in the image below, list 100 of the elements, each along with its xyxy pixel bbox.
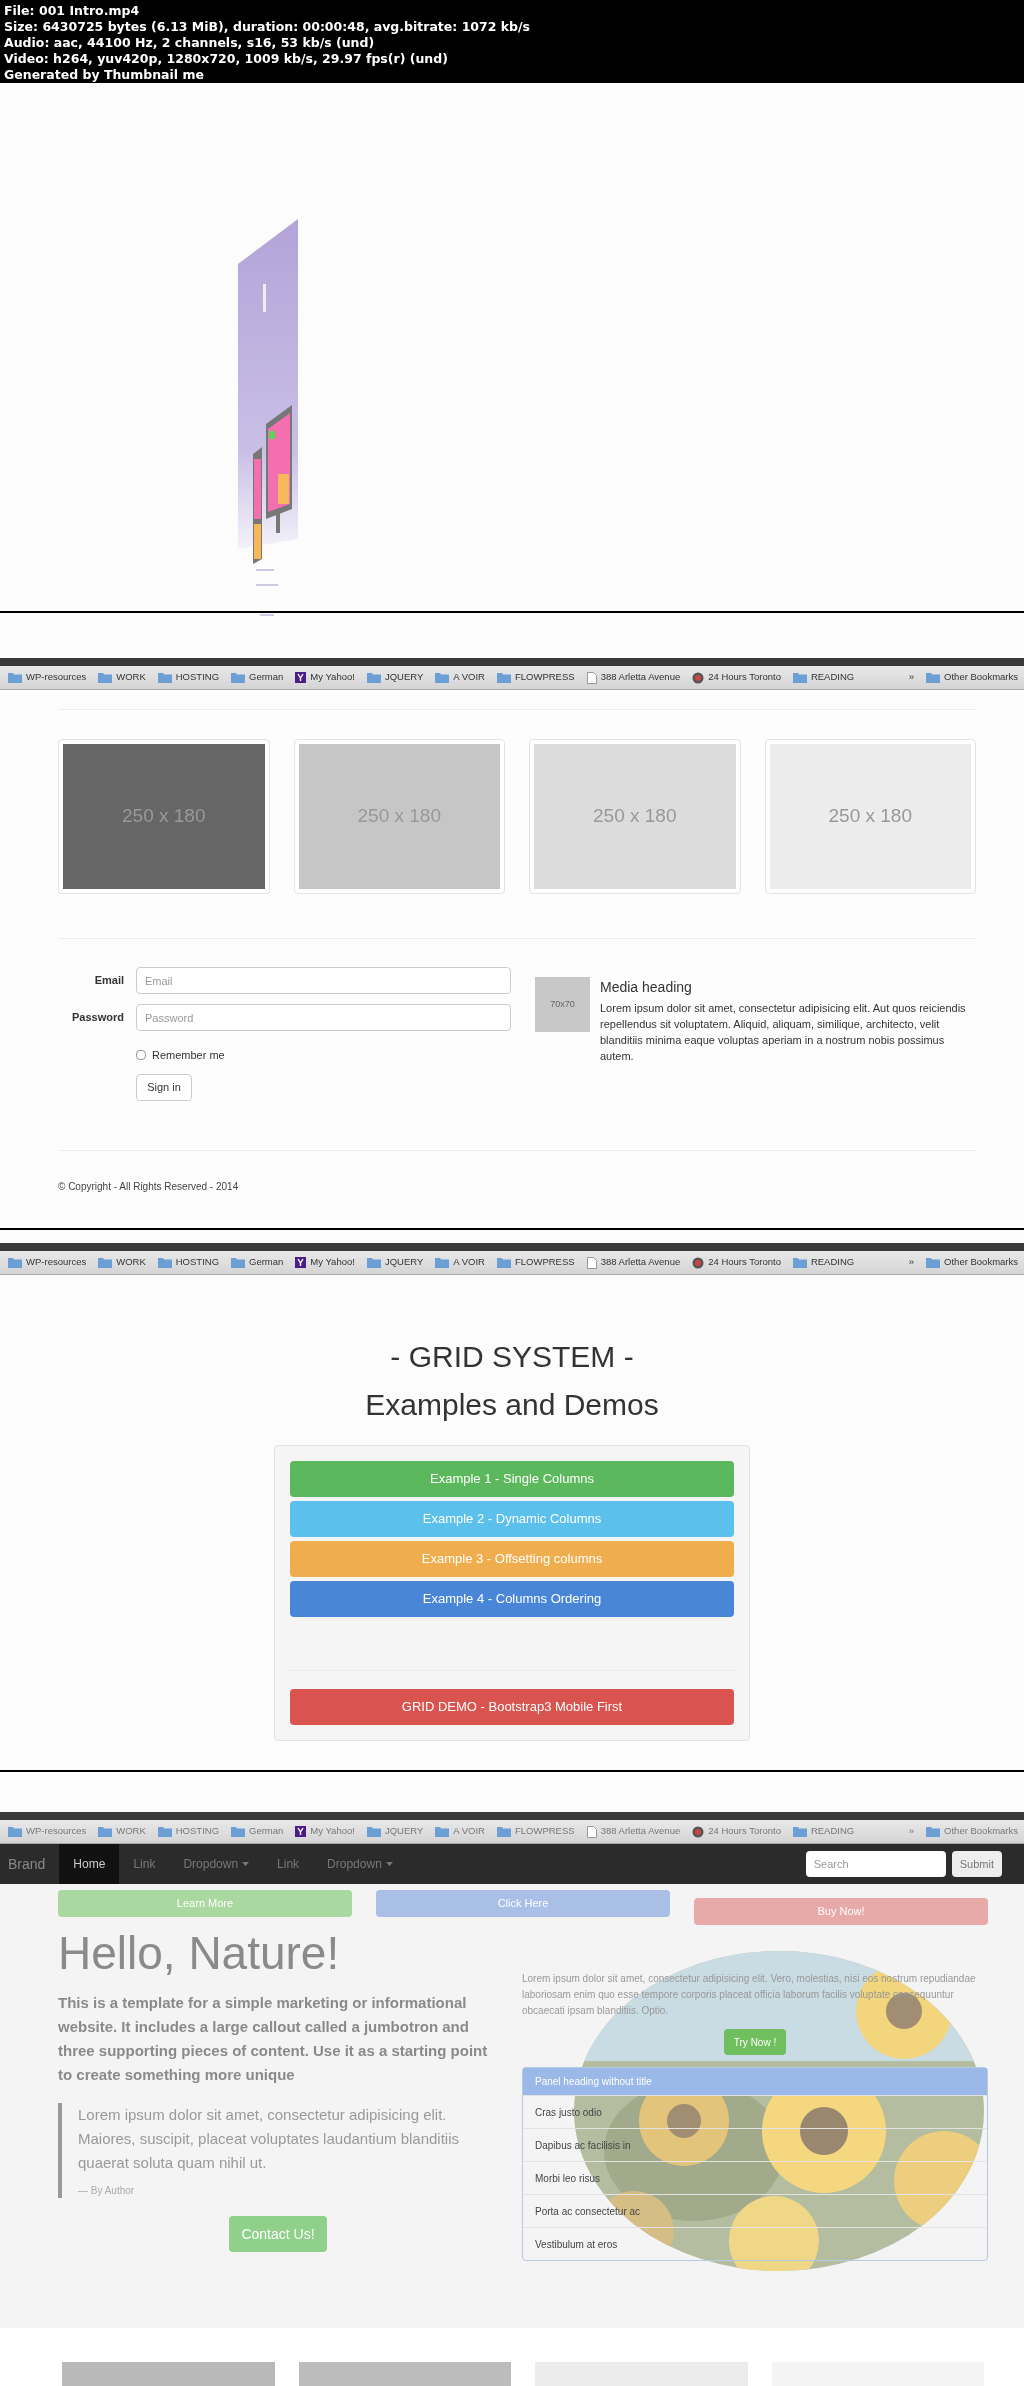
globe-icon — [692, 1825, 705, 1838]
folder-icon — [157, 1257, 172, 1268]
example-button[interactable]: Example 1 - Single Columns — [290, 1461, 734, 1497]
nav-link[interactable]: Link — [119, 1844, 170, 1884]
bookmark-item[interactable]: HOSTING — [157, 1824, 220, 1839]
media-text: Lorem ipsum dolor sit amet, consectetur adipisicing elit. Aut quos reiciendis repellendus sit voluptatem. Aliquid, aliquam, similique, architecto, velit blanditiis minima eaque voluptas aperiam in a nostrum nobis possimus autem. — [600, 1001, 967, 1064]
bookmark-item[interactable]: WP-resources — [8, 1824, 87, 1839]
bookmark-item[interactable]: WORK — [98, 1824, 146, 1839]
folder-icon — [231, 1257, 246, 1268]
page-subtitle: Examples and Demos — [365, 1387, 659, 1423]
bookmark-item[interactable]: A VOIR — [435, 1255, 485, 1270]
caret-icon — [242, 1862, 250, 1866]
folder-icon — [366, 672, 381, 683]
media-heading: Media heading — [600, 978, 693, 997]
folder-icon — [926, 1257, 941, 1268]
bookmark-item[interactable]: Other Bookmarks — [926, 670, 1018, 685]
copyright-text: © Copyright - All Rights Reserved - 2014 — [58, 1179, 240, 1194]
bookmark-item[interactable]: 24 Hours Toronto — [692, 1255, 781, 1270]
search-field[interactable]: Search — [805, 1851, 946, 1877]
square-logo-icon — [295, 1826, 307, 1837]
folder-icon — [496, 672, 511, 683]
file-info-line: Audio: aac, 44100 Hz, 2 channels, s16, 53 kb/s (und) — [4, 35, 376, 51]
bookmark-item[interactable]: My Yahoo! — [295, 1255, 355, 1270]
globe-icon — [692, 1256, 705, 1269]
folder-icon — [435, 672, 450, 683]
folder-icon — [98, 1257, 113, 1268]
bookmark-item[interactable]: FLOWPRESS — [496, 670, 575, 685]
bookmark-item[interactable]: Other Bookmarks — [926, 1824, 1018, 1839]
page-icon — [586, 1825, 597, 1838]
list-item: Cras justo odio — [523, 2095, 987, 2128]
sign-in-button[interactable]: Sign in — [136, 1073, 192, 1101]
image-size-label: 250 x 180 — [828, 804, 912, 829]
page-icon — [586, 1256, 597, 1269]
bookmark-item[interactable]: WORK — [98, 1255, 146, 1270]
overflow-chevron[interactable]: » — [908, 670, 915, 685]
nav-dropdown[interactable]: Dropdown — [169, 1844, 264, 1884]
bookmark-item[interactable]: A VOIR — [435, 1824, 485, 1839]
bookmark-item[interactable]: My Yahoo! — [295, 670, 355, 685]
page-icon — [586, 671, 597, 684]
bookmark-item[interactable]: HOSTING — [157, 1255, 220, 1270]
bookmark-item[interactable]: 388 Arletta Avenue — [586, 1255, 681, 1270]
folder-icon — [98, 1826, 113, 1837]
bookmark-item[interactable]: 388 Arletta Avenue — [586, 1824, 681, 1839]
overflow-chevron[interactable]: » — [908, 1255, 915, 1270]
field-label: Email — [93, 973, 124, 989]
bookmark-item[interactable]: 24 Hours Toronto — [692, 1824, 781, 1839]
nav-dropdown[interactable]: Dropdown — [313, 1844, 407, 1884]
navbar-brand[interactable]: Brand — [8, 1853, 46, 1875]
jumbotron-heading: Hello, Nature! — [58, 1927, 341, 1979]
folder-icon — [435, 1257, 450, 1268]
folder-icon — [98, 672, 113, 683]
example-button[interactable]: Example 4 - Columns Ordering — [290, 1581, 734, 1617]
file-info-line: File: 001 Intro.mp4 — [4, 3, 141, 19]
bookmark-item[interactable]: FLOWPRESS — [496, 1255, 575, 1270]
folder-icon — [496, 1826, 511, 1837]
nav-link[interactable]: Home — [59, 1844, 120, 1884]
checkbox[interactable] — [136, 1050, 146, 1061]
bookmark-item[interactable]: JQUERY — [366, 670, 424, 685]
list-item: Morbi leo risus — [523, 2161, 987, 2194]
submit-button[interactable]: Submit — [951, 1851, 1002, 1877]
bookmark-item[interactable]: My Yahoo! — [295, 1824, 355, 1839]
bookmark-item[interactable]: German — [231, 670, 284, 685]
bookmark-item[interactable]: WORK — [98, 670, 146, 685]
example-button[interactable]: Example 2 - Dynamic Columns — [290, 1501, 734, 1537]
bookmark-item[interactable]: JQUERY — [366, 1255, 424, 1270]
bookmark-item[interactable]: 388 Arletta Avenue — [586, 670, 681, 685]
folder-icon — [366, 1257, 381, 1268]
text-field[interactable]: Password — [136, 1004, 511, 1031]
folder-icon — [231, 672, 246, 683]
text-field[interactable]: Email — [136, 967, 511, 994]
bookmark-item[interactable]: German — [231, 1255, 284, 1270]
panel-heading: Panel heading without title — [523, 2068, 987, 2095]
folder-icon — [366, 1826, 381, 1837]
bookmark-item[interactable]: FLOWPRESS — [496, 1824, 575, 1839]
image-size-label: 250 x 180 — [593, 804, 677, 829]
bookmark-item[interactable]: READING — [792, 1824, 855, 1839]
bookmark-item[interactable]: German — [231, 1824, 284, 1839]
jumbotron-lead: This is a template for a simple marketing or informational website. It includes a large callout called a jumbotron and three supporting pieces of content. Use it as a starting point to create something more unique — [58, 1993, 489, 2085]
bookmark-item[interactable]: WP-resources — [8, 670, 87, 685]
try-button[interactable]: Try Now ! — [723, 2029, 787, 2055]
bookmark-item[interactable]: JQUERY — [366, 1824, 424, 1839]
bookmark-item[interactable]: READING — [792, 1255, 855, 1270]
bookmark-item[interactable]: A VOIR — [435, 670, 485, 685]
file-info-line: Generated by Thumbnail me — [4, 67, 205, 83]
bookmark-item[interactable]: WP-resources — [8, 1255, 87, 1270]
nav-link[interactable]: Link — [263, 1844, 314, 1884]
bookmark-item[interactable]: HOSTING — [157, 670, 220, 685]
list-item: Vestibulum at eros — [523, 2227, 987, 2260]
overflow-chevron[interactable]: » — [908, 1824, 915, 1839]
bookmark-item[interactable]: Other Bookmarks — [926, 1255, 1018, 1270]
bookmark-item[interactable]: READING — [792, 670, 855, 685]
globe-icon — [692, 671, 705, 684]
file-info-line: Video: h264, yuv420p, 1280x720, 1009 kb/s, 29.97 fps(r) (und) — [4, 51, 449, 67]
grid-demo-button[interactable]: GRID DEMO - Bootstrap3 Mobile First — [290, 1689, 734, 1725]
file-info-line: Size: 6430725 bytes (6.13 MiB), duration: 00:00:48, avg.bitrate: 1072 kb/s — [4, 19, 532, 35]
folder-icon — [792, 672, 807, 683]
folder-icon — [435, 1826, 450, 1837]
image-size-label: 70x70 — [550, 997, 575, 1011]
bookmark-item[interactable]: 24 Hours Toronto — [692, 670, 781, 685]
folder-icon — [8, 1257, 22, 1268]
